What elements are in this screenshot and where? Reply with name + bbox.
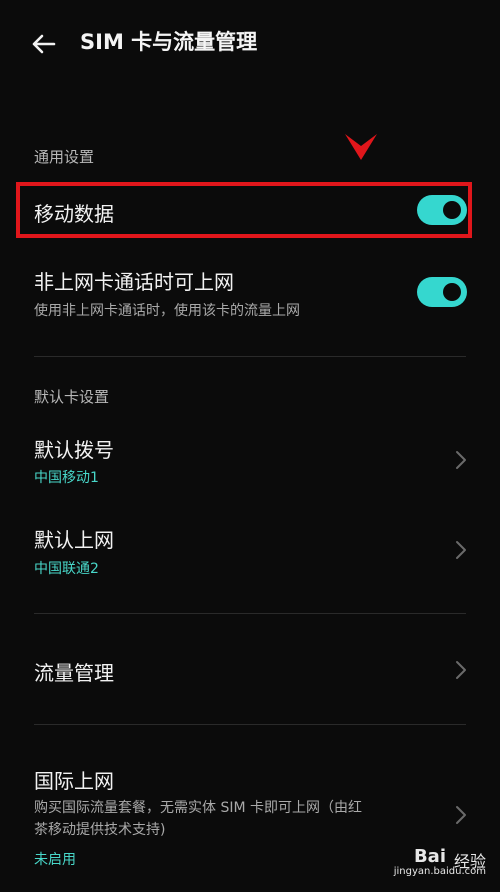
divider	[34, 613, 466, 614]
section-label-default-card: 默认卡设置	[34, 388, 110, 406]
section-label-general: 通用设置	[34, 148, 95, 166]
arrow-left-icon	[32, 34, 56, 54]
chevron-right-icon	[456, 806, 466, 824]
default-data-label: 默认上网	[34, 528, 114, 552]
app-header: SIM 卡与流量管理	[0, 0, 500, 90]
international-status: 未启用	[34, 852, 76, 868]
international-label: 国际上网	[34, 769, 114, 793]
chevron-right-icon	[456, 661, 466, 679]
page-title: SIM 卡与流量管理	[80, 30, 258, 54]
chevron-right-icon	[456, 541, 466, 559]
traffic-management-label: 流量管理	[34, 661, 114, 685]
non-data-card-description: 使用非上网卡通话时，使用该卡的流量上网	[34, 303, 300, 319]
back-button[interactable]	[28, 28, 60, 60]
default-dial-value: 中国移动1	[34, 470, 99, 486]
divider	[34, 356, 466, 357]
watermark-logo: Bai	[413, 846, 446, 867]
default-dial-label: 默认拨号	[34, 438, 114, 462]
toggle-knob	[443, 283, 461, 301]
watermark-url: jingyan.baidu.com	[393, 866, 486, 877]
default-data-value: 中国联通2	[34, 561, 99, 577]
baidu-watermark: Bai 经验 jingyan.baidu.com	[370, 844, 490, 884]
highlight-box	[16, 182, 472, 238]
international-description-line2: 茶移动提供技术支持)	[34, 822, 166, 838]
divider	[34, 724, 466, 725]
chevron-right-icon	[456, 451, 466, 469]
non-data-card-label: 非上网卡通话时可上网	[34, 270, 234, 294]
arrow-marker-icon	[345, 134, 377, 160]
international-description-line1: 购买国际流量套餐，无需实体 SIM 卡即可上网（由红	[34, 800, 362, 816]
non-data-card-toggle[interactable]	[417, 277, 467, 307]
